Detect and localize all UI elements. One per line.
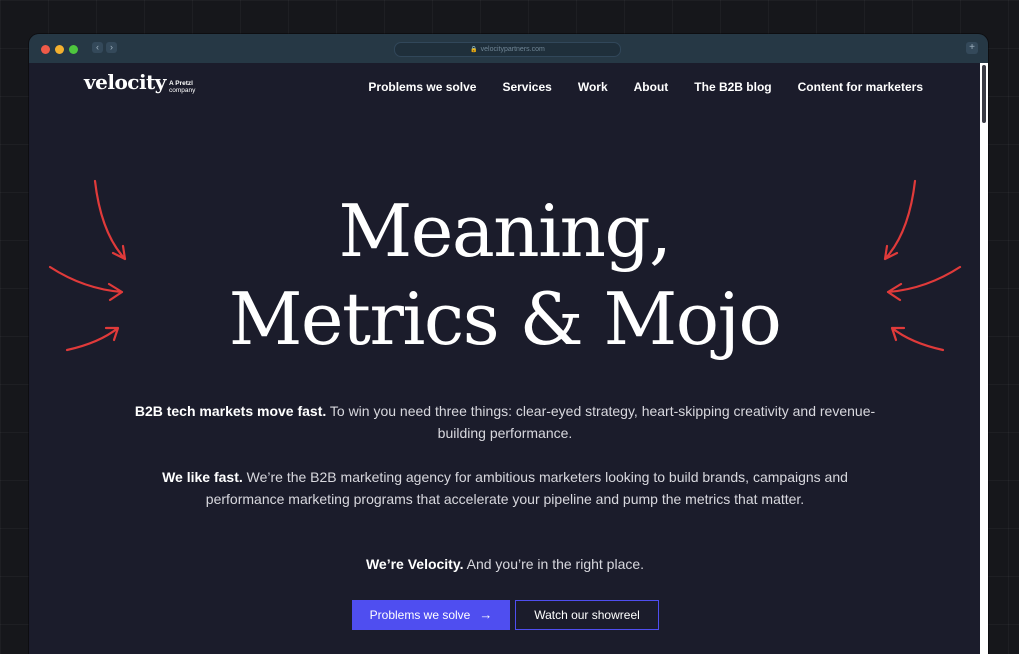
watch-showreel-button[interactable]: Watch our showreel (515, 600, 659, 630)
problems-we-solve-button-label: Problems we solve (369, 608, 471, 622)
browser-window: ‹ › 🔒 velocitypartners.com + velocity A P… (29, 34, 988, 654)
page-scrollbar[interactable] (980, 63, 988, 654)
close-window-button[interactable] (41, 45, 50, 54)
hero-paragraph-3-text: And you’re in the right place. (463, 556, 645, 572)
hero-paragraph-2-text: We’re the B2B marketing agency for ambit… (205, 469, 848, 507)
problems-we-solve-button[interactable]: Problems we solve → (352, 600, 510, 630)
hero-title-line2: Metrics & Mojo (228, 277, 782, 361)
address-bar[interactable]: 🔒 velocitypartners.com (394, 42, 621, 57)
page-content: velocity A Pretzl company Problems we so… (29, 63, 980, 654)
browser-titlebar: ‹ › 🔒 velocitypartners.com + (29, 34, 988, 63)
hero-paragraph-3: We’re Velocity. And you’re in the right … (129, 553, 881, 575)
hero-paragraph-1-text: To win you need three things: clear-eyed… (326, 403, 876, 441)
hero-title-line1: Meaning, (338, 189, 672, 273)
hero-paragraph-3-bold: We’re Velocity. (365, 556, 464, 572)
hero-title: Meaning, Metrics & Mojo (29, 187, 980, 363)
back-button[interactable]: ‹ (92, 42, 103, 53)
hero-paragraph-1-bold: B2B tech markets move fast. (134, 403, 327, 419)
new-tab-button[interactable]: + (966, 42, 978, 54)
minimize-window-button[interactable] (55, 45, 64, 54)
lock-icon: 🔒 (470, 47, 478, 53)
scrollbar-thumb[interactable] (982, 65, 986, 123)
hero-paragraph-1: B2B tech markets move fast. To win you n… (129, 400, 881, 444)
maximize-window-button[interactable] (69, 45, 78, 54)
forward-button[interactable]: › (106, 42, 117, 53)
hero-paragraph-2-bold: We like fast. (162, 469, 243, 485)
hero-paragraph-2: We like fast. We’re the B2B marketing ag… (129, 466, 881, 510)
watch-showreel-button-label: Watch our showreel (534, 608, 640, 622)
arrow-right-icon: → (479, 607, 493, 622)
address-url: velocitypartners.com (480, 46, 545, 53)
